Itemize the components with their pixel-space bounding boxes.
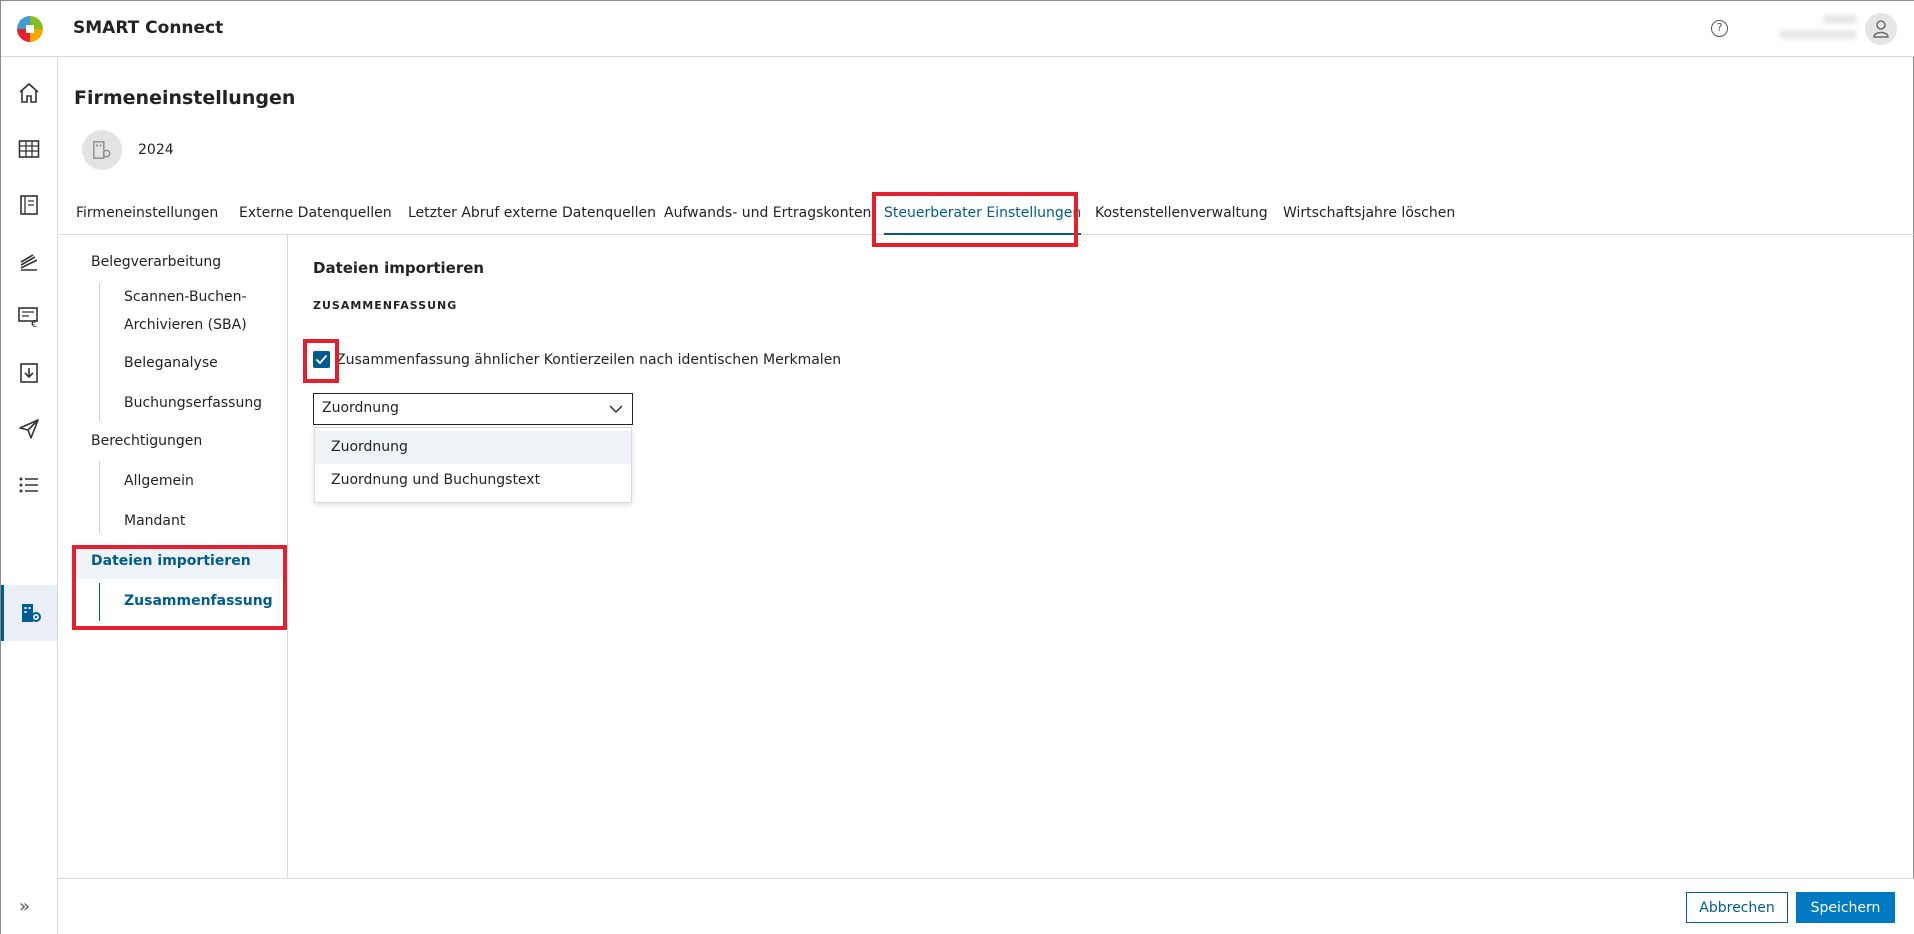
company-year: 2024 bbox=[138, 142, 174, 158]
app-title: SMART Connect bbox=[73, 18, 224, 38]
nav-group-berechtigungen[interactable]: Berechtigungen bbox=[91, 433, 202, 449]
section-subtitle: ZUSAMMENFASSUNG bbox=[313, 299, 458, 312]
table-icon bbox=[18, 140, 40, 158]
side-navigation: Belegverarbeitung Scannen-Buchen-Archivi… bbox=[58, 235, 288, 878]
rail-table[interactable] bbox=[1, 121, 57, 177]
nav-group-dateien-importieren[interactable]: Dateien importieren bbox=[91, 553, 251, 569]
section-title: Dateien importieren bbox=[313, 259, 485, 277]
tab-letzter-abruf[interactable]: Letzter Abruf externe Datenquellen bbox=[408, 205, 656, 235]
user-avatar[interactable] bbox=[1865, 13, 1897, 45]
tab-aufwands-ertragskonten[interactable]: Aufwands- und Ertragskonten bbox=[664, 205, 871, 235]
nav-item-sba[interactable]: Scannen-Buchen-Archivieren (SBA) bbox=[124, 283, 254, 339]
rail-list[interactable] bbox=[1, 457, 57, 513]
rail-home[interactable] bbox=[1, 65, 57, 121]
select-value: Zuordnung bbox=[322, 400, 399, 416]
send-icon bbox=[19, 419, 39, 439]
nav-tree-line bbox=[99, 283, 100, 421]
top-bar: SMART Connect ? bbox=[1, 1, 1914, 57]
svg-text:€: € bbox=[31, 319, 37, 328]
nav-item-buchungserfassung[interactable]: Buchungserfassung bbox=[124, 389, 262, 417]
summary-select[interactable]: Zuordnung bbox=[313, 393, 633, 425]
rail-download[interactable] bbox=[1, 345, 57, 401]
invoice-icon: € bbox=[18, 307, 38, 328]
save-button[interactable]: Speichern bbox=[1796, 892, 1895, 923]
rail-company-settings[interactable] bbox=[1, 585, 57, 641]
user-info-redacted bbox=[1779, 13, 1859, 45]
app-logo-icon bbox=[17, 16, 43, 42]
dropdown-option-zuordnung[interactable]: Zuordnung bbox=[315, 431, 631, 464]
navigation-rail: € » bbox=[1, 57, 58, 934]
cancel-button[interactable]: Abbrechen bbox=[1686, 892, 1788, 923]
rail-ledger[interactable] bbox=[1, 177, 57, 233]
app-window: SMART Connect ? € » Firmeneinstellungen … bbox=[0, 0, 1914, 934]
tab-firmeneinstellungen[interactable]: Firmeneinstellungen bbox=[76, 205, 218, 235]
double-chevron-right-icon[interactable]: » bbox=[19, 896, 30, 917]
summary-checkbox[interactable] bbox=[313, 351, 330, 368]
nav-item-mandant[interactable]: Mandant bbox=[124, 507, 185, 535]
nav-group-belegverarbeitung[interactable]: Belegverarbeitung bbox=[91, 254, 221, 270]
nav-item-beleganalyse[interactable]: Beleganalyse bbox=[124, 349, 218, 377]
rail-invoice[interactable]: € bbox=[1, 289, 57, 345]
select-dropdown: Zuordnung Zuordnung und Buchungstext bbox=[314, 427, 632, 503]
tab-steuerberater-einstellungen[interactable]: Steuerberater Einstellungen bbox=[884, 205, 1082, 235]
rail-stack[interactable] bbox=[1, 233, 57, 289]
stack-icon bbox=[20, 254, 38, 271]
rail-send[interactable] bbox=[1, 401, 57, 457]
nav-tree-line-active bbox=[99, 583, 100, 621]
summary-checkbox-label[interactable]: Zusammenfassung ähnlicher Kontierzeilen … bbox=[336, 352, 841, 368]
nav-item-zusammenfassung[interactable]: Zusammenfassung bbox=[124, 587, 273, 615]
list-icon bbox=[19, 477, 38, 493]
tab-kostenstellenverwaltung[interactable]: Kostenstellenverwaltung bbox=[1095, 205, 1268, 235]
company-settings-icon bbox=[93, 141, 111, 159]
dropdown-option-zuordnung-buchungstext[interactable]: Zuordnung und Buchungstext bbox=[315, 464, 631, 497]
home-icon bbox=[19, 82, 39, 103]
nav-item-allgemein[interactable]: Allgemein bbox=[124, 467, 194, 495]
tab-externe-datenquellen[interactable]: Externe Datenquellen bbox=[239, 205, 392, 235]
nav-tree-line bbox=[99, 461, 100, 533]
download-icon bbox=[20, 363, 38, 383]
page-title: Firmeneinstellungen bbox=[74, 87, 296, 109]
user-icon bbox=[1873, 20, 1889, 38]
tab-wirtschaftsjahre-loeschen[interactable]: Wirtschaftsjahre löschen bbox=[1283, 205, 1455, 235]
ledger-icon bbox=[20, 195, 38, 215]
help-icon[interactable]: ? bbox=[1711, 20, 1728, 37]
checkmark-icon bbox=[315, 354, 328, 365]
company-avatar bbox=[82, 130, 122, 170]
company-settings-icon bbox=[21, 604, 41, 622]
settings-tabs: Firmeneinstellungen Externe Datenquellen… bbox=[58, 196, 1914, 235]
footer-bar: Abbrechen Speichern bbox=[58, 878, 1914, 934]
chevron-down-icon bbox=[609, 405, 623, 414]
